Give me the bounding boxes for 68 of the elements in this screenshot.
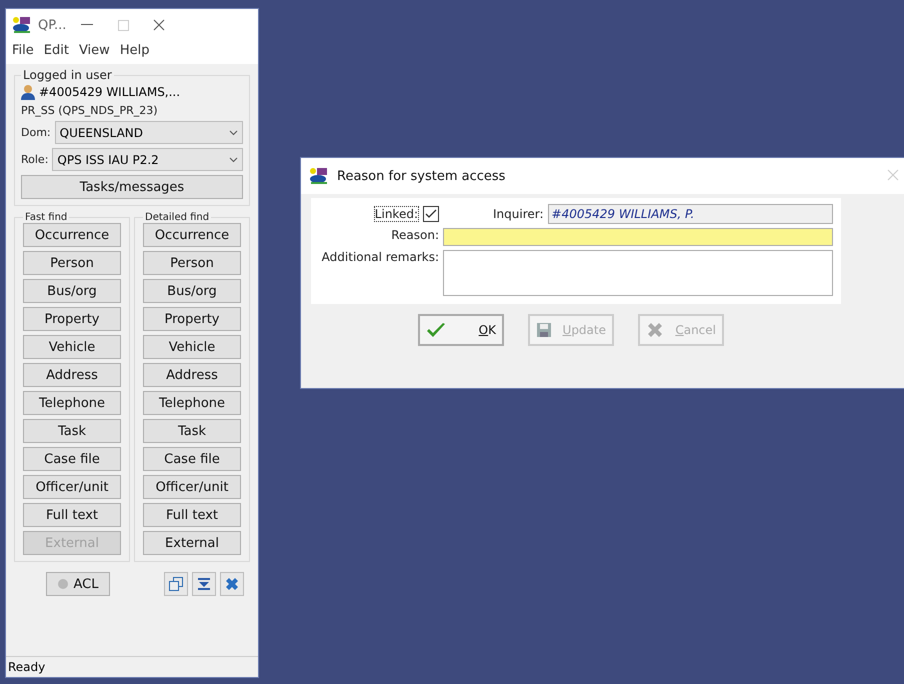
minimize-icon bbox=[81, 24, 94, 26]
group-label: Logged in user bbox=[22, 68, 113, 82]
app-icon bbox=[12, 16, 32, 34]
window-title: QP... bbox=[38, 18, 66, 32]
field-label: Inquirer: bbox=[493, 207, 544, 221]
find-button[interactable]: Bus/org bbox=[23, 279, 121, 303]
checkbox[interactable] bbox=[423, 206, 439, 222]
find-button[interactable]: Case file bbox=[23, 447, 121, 471]
chevron-icon bbox=[229, 156, 238, 162]
menu-item[interactable]: Edit bbox=[44, 43, 69, 58]
tasks-button[interactable]: Tasks/messages bbox=[21, 175, 243, 199]
find-button[interactable]: Task bbox=[23, 419, 121, 443]
field-label: Role: bbox=[21, 153, 48, 166]
check-icon bbox=[426, 322, 446, 338]
find-button[interactable]: Occurrence bbox=[143, 223, 241, 247]
window-copy-button[interactable] bbox=[164, 572, 188, 596]
chevron-icon bbox=[229, 130, 238, 136]
field-label: Linked: bbox=[374, 206, 419, 222]
find-button[interactable]: Officer/unit bbox=[23, 475, 121, 499]
find-button[interactable]: Address bbox=[23, 363, 121, 387]
find-button[interactable]: External bbox=[143, 531, 241, 555]
find-button[interactable]: Occurrence bbox=[23, 223, 121, 247]
find-button[interactable]: Task bbox=[143, 419, 241, 443]
find-button[interactable]: Officer/unit bbox=[143, 475, 241, 499]
find-button[interactable]: Person bbox=[23, 251, 121, 275]
dropdown[interactable]: QPS ISS IAU P2.2 bbox=[52, 148, 243, 171]
find-button[interactable]: Person bbox=[143, 251, 241, 275]
menu-item[interactable]: View bbox=[78, 43, 110, 58]
find-button[interactable]: Property bbox=[143, 307, 241, 331]
overlapping-windows-icon bbox=[169, 577, 183, 591]
find-button[interactable]: Bus/org bbox=[143, 279, 241, 303]
find-button[interactable]: Property bbox=[23, 307, 121, 331]
find-button[interactable]: Vehicle bbox=[23, 335, 121, 359]
dropdown[interactable]: QUEENSLAND bbox=[54, 121, 243, 144]
find-button[interactable]: Vehicle bbox=[143, 335, 241, 359]
field-label: Reason: bbox=[391, 228, 439, 244]
find-button[interactable]: Telephone bbox=[143, 391, 241, 415]
field-label: Dom: bbox=[21, 126, 51, 139]
dialog-title: Reason for system access bbox=[337, 168, 506, 184]
app-icon bbox=[309, 167, 329, 185]
find-button[interactable]: Case file bbox=[143, 447, 241, 471]
down-arrow-icon bbox=[197, 577, 211, 591]
dialog-button[interactable]: OK bbox=[418, 314, 504, 346]
menu-item[interactable]: Help bbox=[120, 43, 150, 58]
close-button[interactable] bbox=[220, 572, 244, 596]
inquirer-field: #4005429 WILLIAMS, P. bbox=[548, 204, 833, 224]
status-bar: Ready bbox=[6, 656, 258, 677]
close-icon bbox=[224, 576, 240, 592]
find-button[interactable]: Telephone bbox=[23, 391, 121, 415]
remarks-field[interactable] bbox=[443, 250, 833, 296]
find-button[interactable]: Address bbox=[143, 363, 241, 387]
user-name: #4005429 WILLIAMS,... bbox=[39, 85, 180, 99]
maximize-icon bbox=[118, 20, 129, 30]
close-icon bbox=[153, 19, 166, 31]
close-icon bbox=[887, 168, 899, 180]
minimize-button[interactable] bbox=[192, 572, 216, 596]
cross-icon bbox=[646, 321, 664, 339]
field-label: Additional remarks: bbox=[322, 250, 439, 266]
find-button[interactable]: Full text bbox=[143, 503, 241, 527]
acl-button[interactable]: ACL bbox=[46, 572, 110, 596]
group-label: Detailed find bbox=[144, 212, 210, 223]
profile-text: PR_SS (QPS_NDS_PR_23) bbox=[21, 104, 159, 117]
find-button[interactable]: Full text bbox=[23, 503, 121, 527]
dot-icon bbox=[58, 579, 68, 589]
menu-item[interactable]: File bbox=[12, 43, 34, 58]
reason-field[interactable] bbox=[443, 228, 833, 246]
user-icon bbox=[21, 84, 35, 100]
group-label: Fast find bbox=[24, 212, 68, 223]
